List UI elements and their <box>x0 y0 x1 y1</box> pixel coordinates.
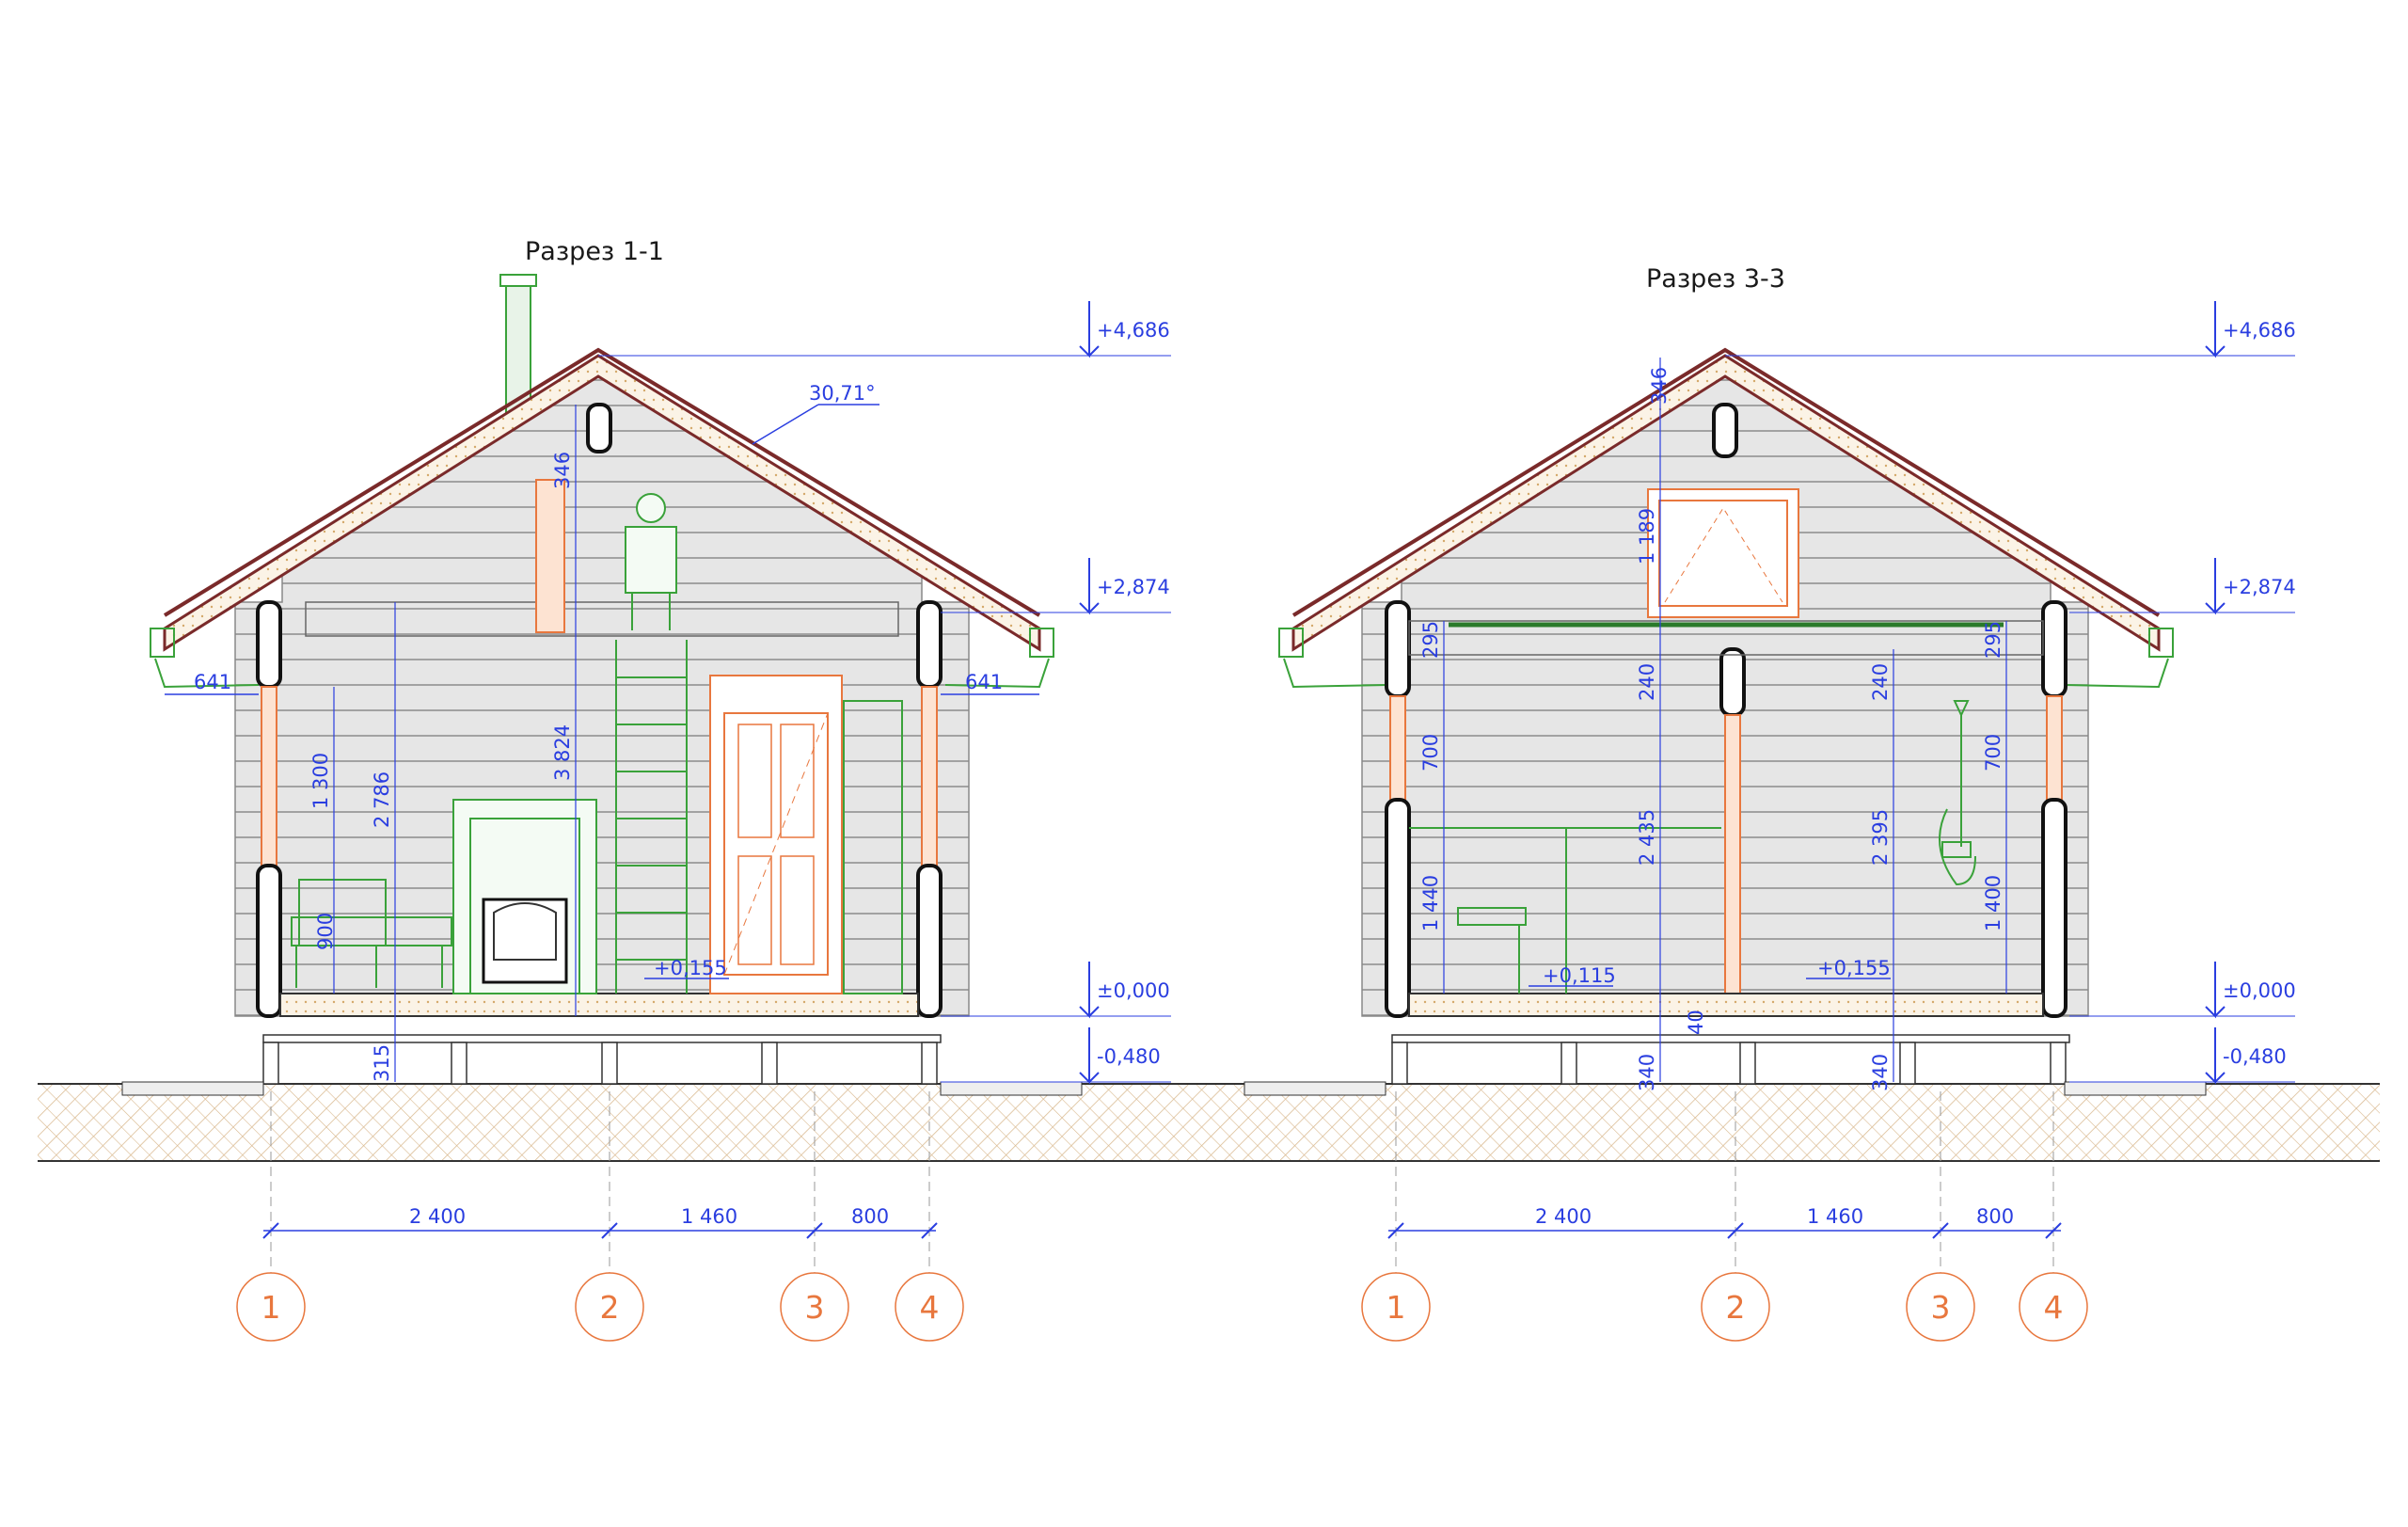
ridge-beam <box>1712 403 1738 458</box>
flue <box>535 479 565 633</box>
axis-label-3: 3 <box>805 1289 825 1326</box>
level-top: +4,686 <box>1097 319 1170 342</box>
floor <box>279 993 919 1017</box>
section-title: Разрез 3-3 <box>1646 264 1785 294</box>
eave-left-dim: 641 <box>194 671 231 693</box>
dim-1300: 1 300 <box>309 753 332 809</box>
wall-right <box>2041 600 2067 1018</box>
blind-area-right <box>940 1081 1083 1096</box>
axis-dim-1: 2 400 <box>1535 1205 1592 1228</box>
foundation-beam <box>1391 1034 2070 1043</box>
ground <box>38 1083 2380 1162</box>
wall-left <box>1385 600 1411 1018</box>
section-3-3: Разрез 3-3 +4,686 +2,874 ±0,000 -0,480 +… <box>1244 264 2296 1342</box>
floor-mark: +0,155 <box>654 957 727 979</box>
roof-angle: 30,71° <box>809 382 876 405</box>
floor <box>1408 993 2044 1017</box>
dim-340-mid: 340 <box>1636 1054 1658 1091</box>
door <box>709 675 843 994</box>
dim-1189: 1 189 <box>1636 508 1658 565</box>
stove <box>452 799 597 994</box>
dim-1440: 1 440 <box>1419 875 1442 931</box>
level-top: +4,686 <box>2223 319 2296 342</box>
dim-700-right: 700 <box>1982 734 2004 771</box>
blind-area-right <box>2064 1081 2207 1096</box>
wall-left <box>256 600 282 1018</box>
wall-right <box>916 600 943 1018</box>
level-eave: +2,874 <box>2223 576 2296 598</box>
axis-label-2: 2 <box>600 1289 620 1326</box>
eave-right-dim: 641 <box>965 671 1003 693</box>
level-ground: -0,480 <box>2223 1045 2287 1068</box>
piles <box>1391 1042 2067 1085</box>
axis-label-2: 2 <box>1726 1289 1746 1326</box>
dim-900: 900 <box>314 913 337 950</box>
dim-1400: 1 400 <box>1982 875 2004 931</box>
dim-240-mid: 240 <box>1636 663 1658 701</box>
ridge-beam <box>586 403 612 453</box>
level-eave: +2,874 <box>1097 576 1170 598</box>
piles <box>262 1042 938 1085</box>
section-title: Разрез 1-1 <box>525 237 664 266</box>
axis-label-4: 4 <box>920 1289 940 1326</box>
floor-mark-steam: +0,115 <box>1543 964 1616 987</box>
partition <box>1719 647 1746 994</box>
section-drawing: Разрез 1-1 +4,686 +2,874 ±0,000 -0,480 3… <box>38 237 2380 1342</box>
blind-area-left <box>1244 1081 1386 1096</box>
dim-2786: 2 786 <box>371 771 393 828</box>
foundation-beam <box>262 1034 942 1043</box>
floor-mark-wash: +0,155 <box>1817 957 1891 979</box>
level-ground: -0,480 <box>1097 1045 1161 1068</box>
axis-dim-2: 1 460 <box>681 1205 737 1228</box>
axis-label-1: 1 <box>261 1289 281 1326</box>
dim-295-left: 295 <box>1419 621 1442 659</box>
dim-340-right: 340 <box>1869 1054 1892 1091</box>
axis-label-4: 4 <box>2044 1289 2064 1326</box>
axis-dim-3: 800 <box>851 1205 889 1228</box>
dim-346: 346 <box>1648 367 1671 405</box>
level-zero: ±0,000 <box>1097 979 1170 1002</box>
axis-dim-1: 2 400 <box>409 1205 466 1228</box>
blind-area-left <box>121 1081 264 1096</box>
chimney-cap <box>499 274 537 287</box>
dim-40: 40 <box>1685 1010 1707 1035</box>
axis-dim-3: 800 <box>1976 1205 2014 1228</box>
level-zero: ±0,000 <box>2223 979 2296 1002</box>
dim-315: 315 <box>371 1044 393 1082</box>
axis-label-1: 1 <box>1386 1289 1406 1326</box>
dim-346: 346 <box>551 452 574 489</box>
section-1-1: Разрез 1-1 +4,686 +2,874 ±0,000 -0,480 3… <box>121 237 1171 1342</box>
dim-700-left: 700 <box>1419 734 1442 771</box>
attic-window <box>1647 488 1799 618</box>
log-wall <box>234 366 970 1017</box>
dim-3824: 3 824 <box>551 724 574 781</box>
dim-2395: 2 395 <box>1869 809 1892 866</box>
dim-240-right: 240 <box>1869 663 1892 701</box>
dim-2435: 2 435 <box>1636 809 1658 866</box>
dim-295-right: 295 <box>1982 621 2004 659</box>
axis-dim-2: 1 460 <box>1807 1205 1863 1228</box>
axis-label-3: 3 <box>1931 1289 1951 1326</box>
